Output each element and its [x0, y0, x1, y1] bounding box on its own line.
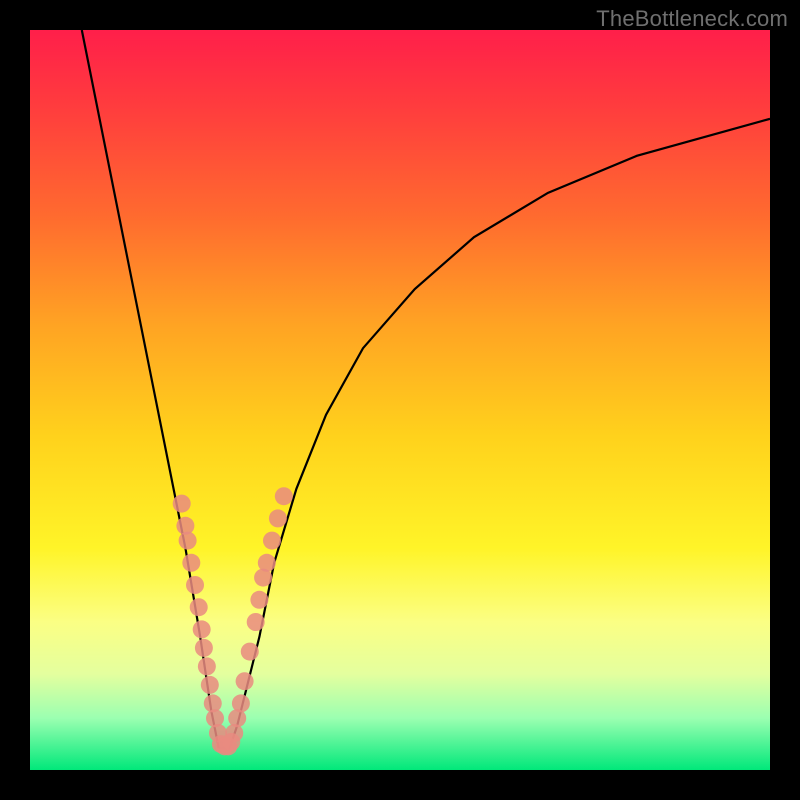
left-curve — [82, 30, 219, 748]
dot — [232, 694, 250, 712]
dot — [247, 613, 265, 631]
dot — [269, 509, 287, 527]
dot — [258, 554, 276, 572]
dot — [236, 672, 254, 690]
curve-svg — [30, 30, 770, 770]
right-curve — [230, 119, 770, 748]
dot — [179, 532, 197, 550]
dot — [198, 657, 216, 675]
dot — [193, 620, 211, 638]
plot-area — [30, 30, 770, 770]
dot — [195, 639, 213, 657]
scatter-dots — [173, 487, 293, 755]
dot — [173, 495, 191, 513]
watermark-text: TheBottleneck.com — [596, 6, 788, 32]
dot — [190, 598, 208, 616]
dot — [186, 576, 204, 594]
dot — [206, 709, 224, 727]
dot — [250, 591, 268, 609]
dot — [263, 532, 281, 550]
dot — [275, 487, 293, 505]
dot — [241, 643, 259, 661]
dot — [201, 676, 219, 694]
chart-frame: TheBottleneck.com — [0, 0, 800, 800]
dot — [225, 724, 243, 742]
dot — [182, 554, 200, 572]
